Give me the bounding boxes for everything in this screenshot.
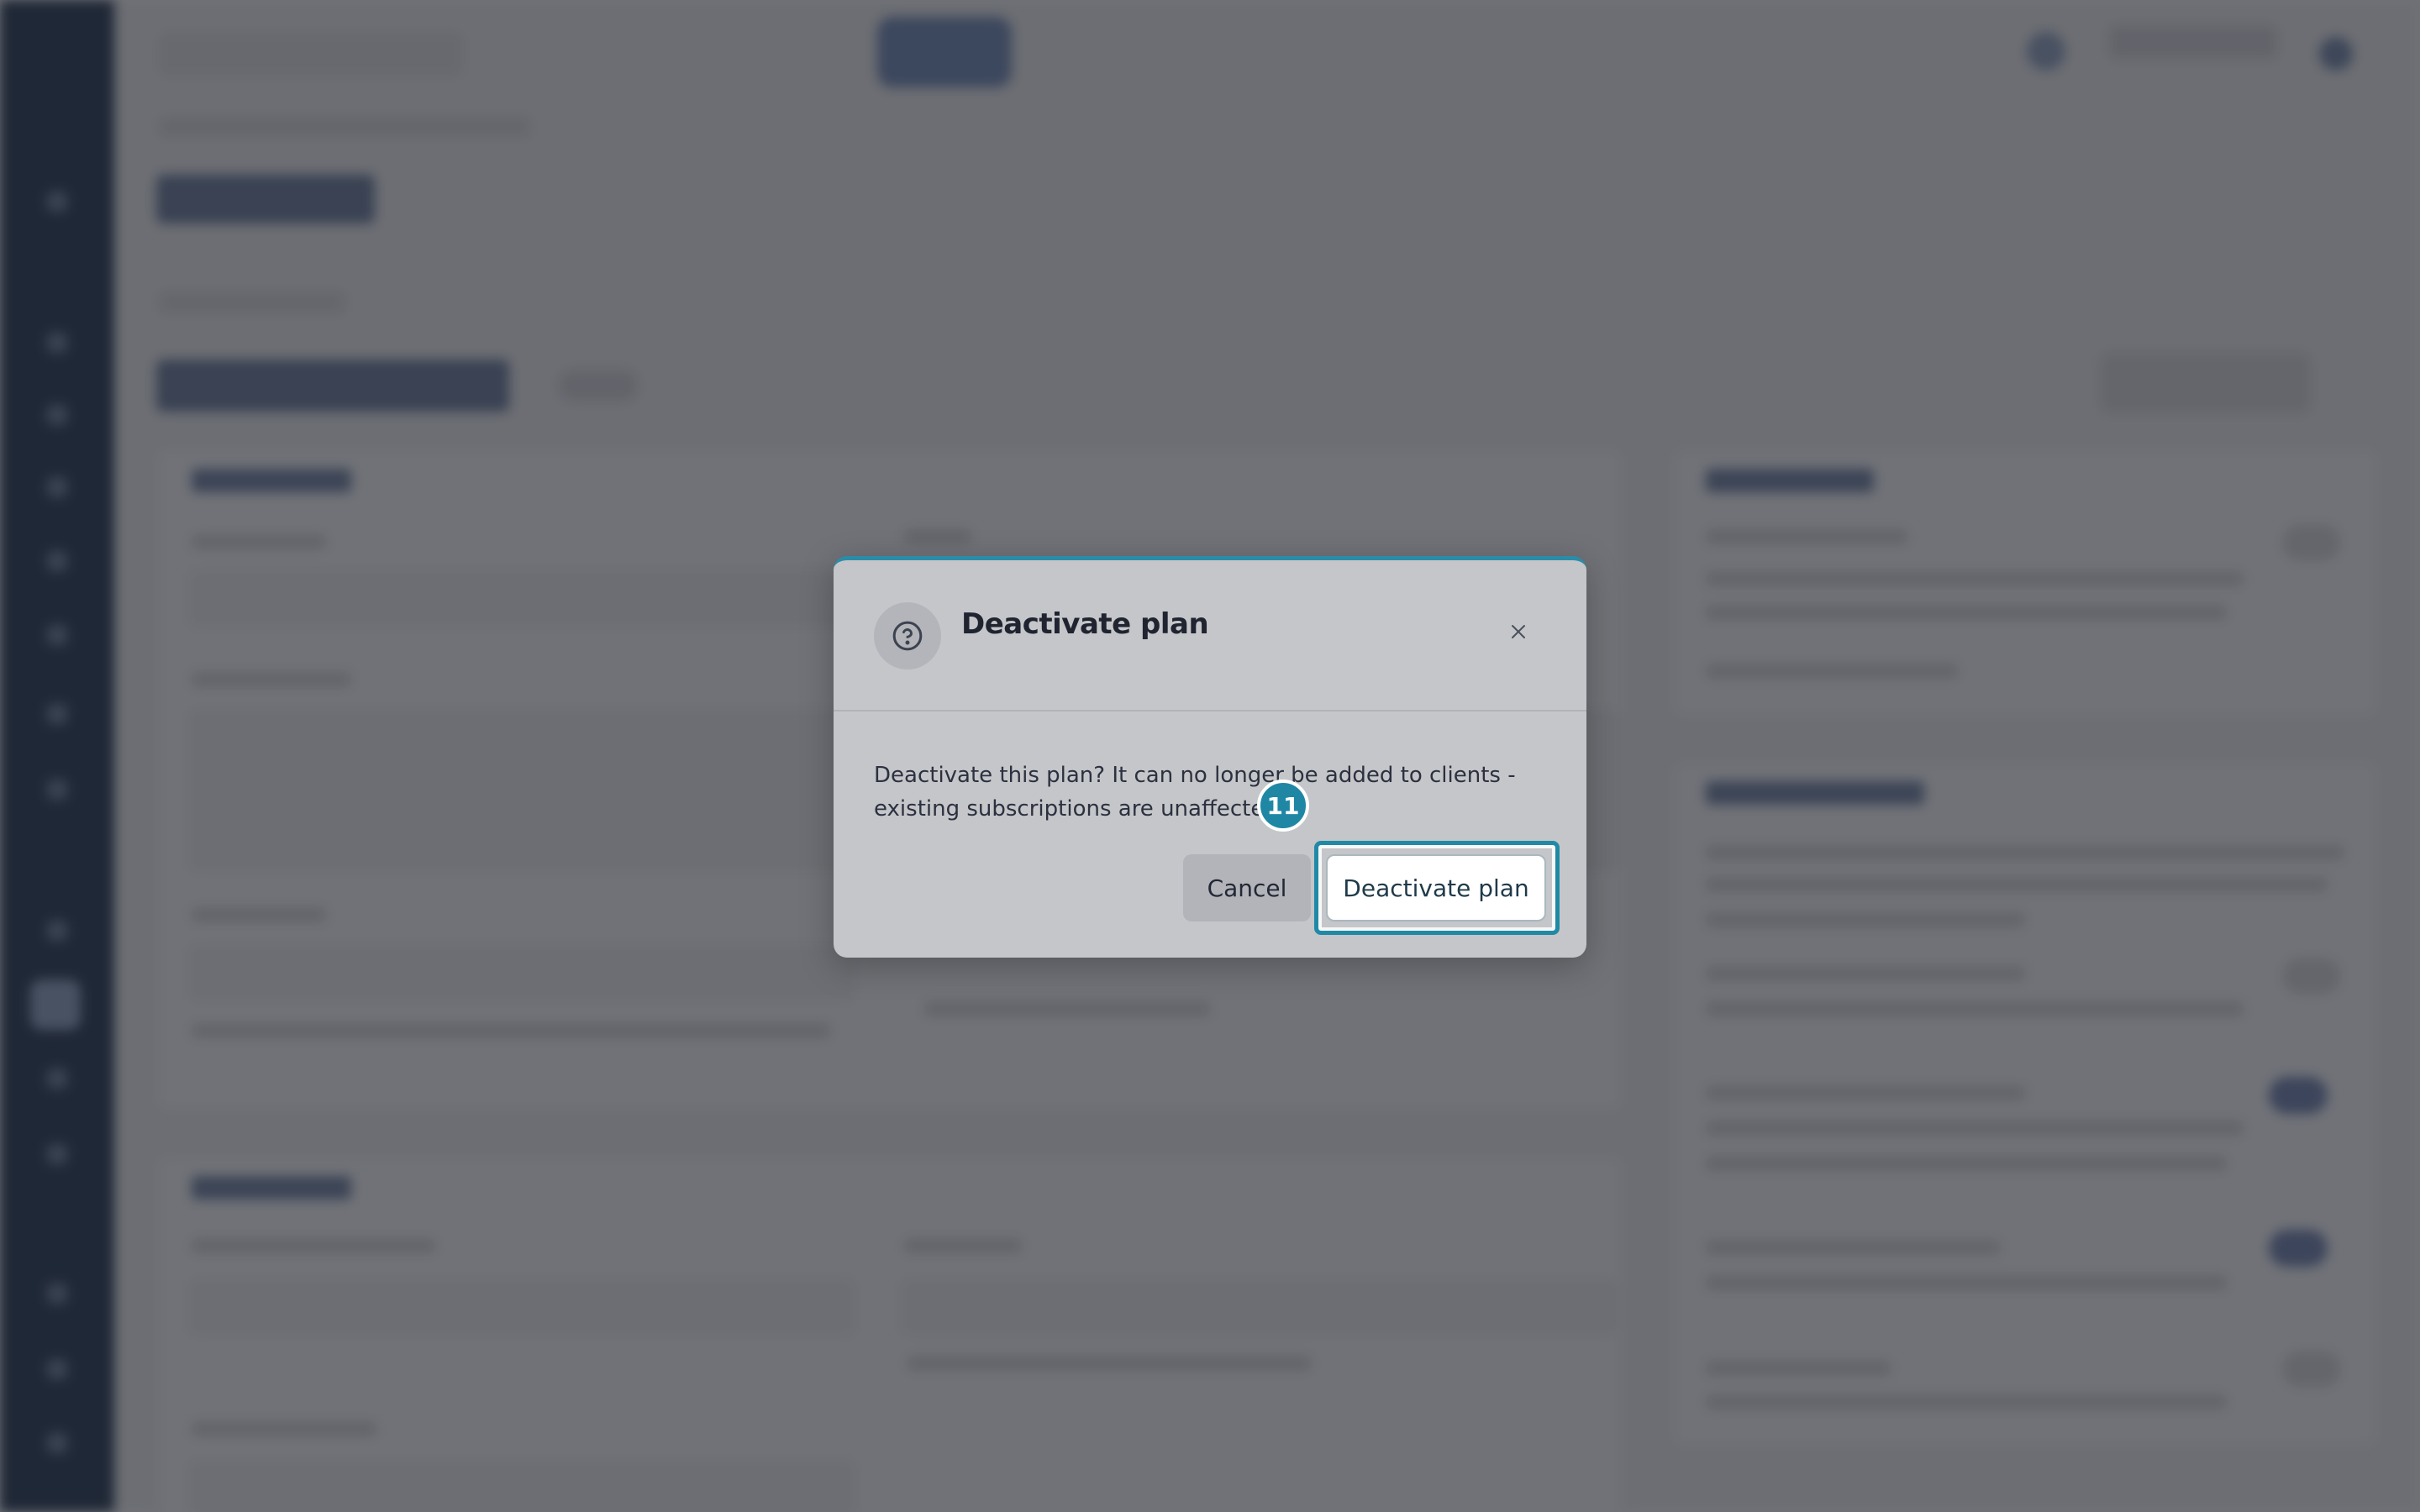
dialog-header: Deactivate plan	[834, 560, 1586, 711]
help-circle-icon	[874, 602, 941, 669]
deactivate-plan-button[interactable]: Deactivate plan	[1326, 854, 1546, 921]
dialog-title: Deactivate plan	[961, 607, 1209, 641]
deactivate-plan-dialog: Deactivate plan Deactivate this plan? It…	[834, 556, 1586, 958]
dialog-message: Deactivate this plan? It can no longer b…	[874, 763, 1516, 822]
screen: Deactivate plan Deactivate this plan? It…	[0, 0, 2420, 1512]
cancel-button[interactable]: Cancel	[1183, 854, 1311, 921]
close-button[interactable]	[1497, 611, 1539, 653]
step-number-badge: 11	[1257, 780, 1309, 832]
close-icon	[1512, 625, 1525, 638]
